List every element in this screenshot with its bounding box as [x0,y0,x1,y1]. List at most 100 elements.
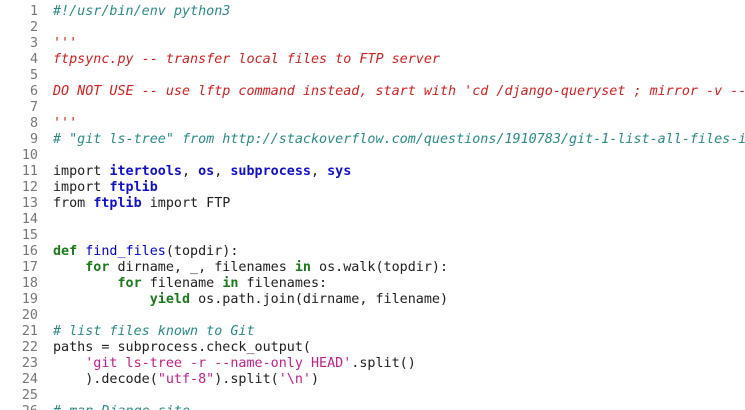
line-number: 25 [21,388,38,403]
code-token: ftplib [93,196,142,211]
code-token: in [222,276,239,291]
code-line[interactable]: 9 # "git ls-tree" from http://stackoverfl… [0,132,745,148]
code-token: import [53,164,110,179]
code-text: # list files known to Git [53,324,255,340]
code-line[interactable]: 12 import ftplib [0,180,745,196]
code-editor[interactable]: 1 #!/usr/bin/env python3 2 3 ''' 4 ftpsync.py … [0,0,745,410]
code-line[interactable]: 1 #!/usr/bin/env python3 [0,4,745,20]
line-number: 6 [29,84,38,99]
code-token: ).split( [214,372,279,387]
code-line[interactable]: 10 [0,148,745,164]
line-number: 8 [29,116,38,131]
code-text: yield os.path.join(dirname, filename) [53,292,448,308]
code-text: DO NOT USE -- use lftp command instead, … [53,84,745,100]
code-line[interactable]: 20 [0,308,745,324]
code-token: import FTP [141,196,231,211]
line-number: 17 [21,260,38,275]
line-number: 1 [29,4,38,19]
code-token: in [294,260,311,275]
line-number: 14 [21,212,38,227]
code-line[interactable]: 11 import itertools, os, subprocess, sys [0,164,745,180]
line-number: 15 [21,228,38,243]
code-text: #!/usr/bin/env python3 [53,4,230,20]
code-line[interactable]: 21 # list files known to Git [0,324,745,340]
code-line[interactable]: 8 ''' [0,116,745,132]
code-token: os.path.join(dirname, filename) [190,292,449,307]
code-text: ''' [53,116,77,132]
code-text: paths = subprocess.check_output( [53,340,311,356]
code-token: find_files [85,244,166,259]
line-number: 11 [21,164,38,179]
line-number: 5 [29,68,38,83]
code-text: for filename in filenames: [53,276,328,292]
code-token: os [198,164,215,179]
code-line[interactable]: 6 DO NOT USE -- use lftp command instead,… [0,84,745,100]
code-token: paths = subprocess.check_output( [53,340,311,355]
code-token: def [53,244,86,259]
code-line[interactable]: 18 for filename in filenames: [0,276,745,292]
code-token: filenames: [238,276,328,291]
code-token: from [53,196,94,211]
line-number: 23 [21,356,38,371]
code-token: "utf-8" [157,372,215,387]
code-token: #!/usr/bin/env python3 [53,4,231,19]
code-token: subprocess [230,164,311,179]
line-number: 19 [21,292,38,307]
code-line[interactable]: 4 ftpsync.py -- transfer local files to F… [0,52,745,68]
line-number: 13 [21,196,38,211]
line-number: 20 [21,308,38,323]
code-line[interactable]: 5 [0,68,745,84]
code-token: filename [141,276,223,291]
code-token: ''' [53,116,78,131]
code-token: ) [311,372,320,387]
line-number: 12 [21,180,38,195]
code-token: 'git ls-tree -r --name-only HEAD' [85,356,352,371]
code-line[interactable]: 7 [0,100,745,116]
code-token: itertools [109,164,182,179]
line-number: 2 [29,20,38,35]
line-number: 18 [21,276,38,291]
code-token: ).decode( [53,372,158,387]
code-line[interactable]: 23 'git ls-tree -r --name-only HEAD'.spl… [0,356,745,372]
code-token: import [53,180,110,195]
line-number: 24 [21,372,38,387]
code-line[interactable]: 26 # map Django site [0,404,745,410]
code-line[interactable]: 19 yield os.path.join(dirname, filename) [0,292,745,308]
code-line[interactable]: 17 for dirname, _, filenames in os.walk(… [0,260,745,276]
code-token: for [117,276,142,291]
code-token: ''' [53,36,78,51]
code-token: os.walk(topdir): [311,260,449,275]
line-number: 21 [21,324,38,339]
code-token: sys [327,164,352,179]
line-number: 22 [21,340,38,355]
code-line[interactable]: 25 [0,388,745,404]
line-number: 10 [21,148,38,163]
code-line[interactable]: 2 [0,20,745,36]
line-number: 16 [21,244,38,259]
code-token: dirname, _, filenames [109,260,295,275]
code-token: , [182,164,199,179]
code-token: '\n' [278,372,311,387]
code-line[interactable]: 14 [0,212,745,228]
code-text: ''' [53,36,77,52]
code-token: # "git ls-tree" from http://stackoverflo… [53,132,745,147]
code-token: , [214,164,231,179]
line-number: 3 [29,36,38,51]
code-line[interactable]: 22 paths = subprocess.check_output( [0,340,745,356]
code-text: import ftplib [53,180,158,196]
code-token: yield [149,292,191,307]
code-text: 'git ls-tree -r --name-only HEAD'.split(… [53,356,416,372]
code-line[interactable]: 13 from ftplib import FTP [0,196,745,212]
code-line[interactable]: 16 def find_files(topdir): [0,244,745,260]
line-number: 7 [29,100,38,115]
code-line[interactable]: 3 ''' [0,36,745,52]
code-token: for [85,260,110,275]
code-text: def find_files(topdir): [53,244,238,260]
code-line[interactable]: 15 [0,228,745,244]
code-line[interactable]: 24 ).decode("utf-8").split('\n') [0,372,745,388]
code-token: DO NOT USE -- use lftp command instead, … [53,84,745,99]
